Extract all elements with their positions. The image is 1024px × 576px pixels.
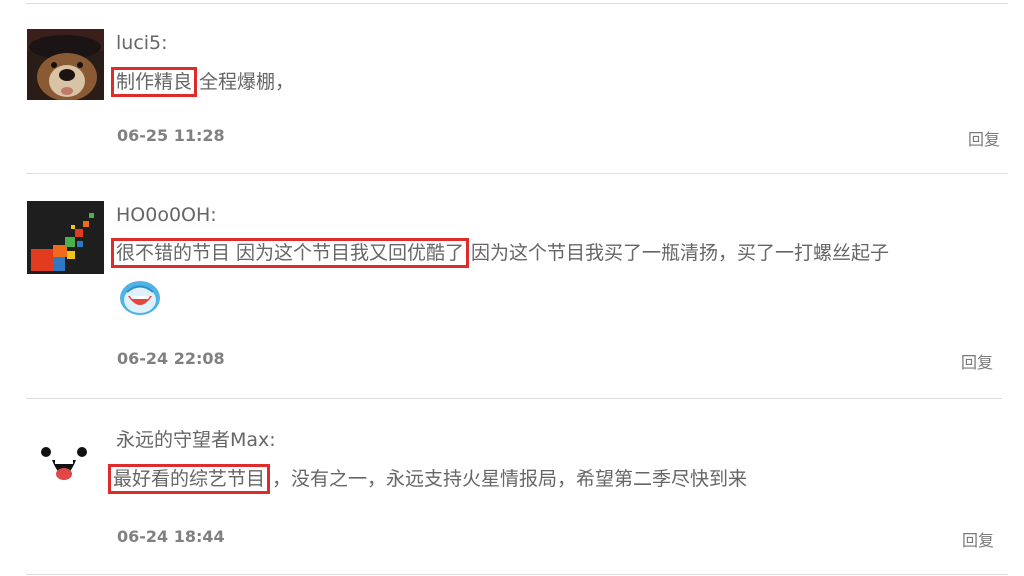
dog-avatar-icon: [27, 29, 104, 100]
divider: [26, 574, 1008, 575]
highlighted-text: 最好看的综艺节目: [108, 464, 271, 494]
comment-body: ，没有之一，永远支持火星情报局，希望第二季尽快到来: [272, 468, 748, 490]
comment-text: 制作精良 全程爆棚，: [111, 67, 294, 97]
pixel-blocks-avatar-icon: [27, 201, 104, 274]
timestamp: 06-24 22:08: [117, 349, 225, 368]
comment-body: 全程爆棚，: [199, 71, 295, 93]
username[interactable]: 永远的守望者Max:: [116, 428, 276, 452]
comment-text: 最好看的综艺节目 ，没有之一，永远支持火星情报局，希望第二季尽快到来: [108, 464, 747, 494]
timestamp: 06-24 18:44: [117, 527, 225, 546]
avatar[interactable]: [27, 29, 104, 100]
divider: [26, 3, 1008, 4]
comment-list: luci5: 制作精良 全程爆棚， 06-25 11:28 回复 HO0o0OH…: [0, 0, 1024, 576]
comment-body: 因为这个节目我买了一瓶清扬，买了一打螺丝起子: [471, 242, 890, 264]
divider: [26, 398, 1002, 399]
comment-text: 很不错的节目 因为这个节目我又回优酷了 因为这个节目我买了一瓶清扬，买了一打螺丝起…: [111, 238, 889, 268]
smiley-face-avatar-icon: [29, 434, 99, 500]
reply-button[interactable]: 回复: [968, 126, 1000, 150]
highlighted-text: 制作精良: [111, 67, 198, 97]
avatar[interactable]: [27, 201, 104, 274]
timestamp: 06-25 11:28: [117, 126, 225, 145]
highlighted-text: 很不错的节目 因为这个节目我又回优酷了: [111, 238, 470, 268]
username[interactable]: luci5:: [116, 31, 168, 55]
username[interactable]: HO0o0OH:: [116, 203, 217, 227]
reply-button[interactable]: 回复: [962, 527, 994, 551]
reply-button[interactable]: 回复: [961, 349, 993, 373]
divider: [26, 173, 1008, 174]
avatar[interactable]: [29, 434, 99, 500]
laughing-face-emoji-icon: [118, 278, 162, 320]
